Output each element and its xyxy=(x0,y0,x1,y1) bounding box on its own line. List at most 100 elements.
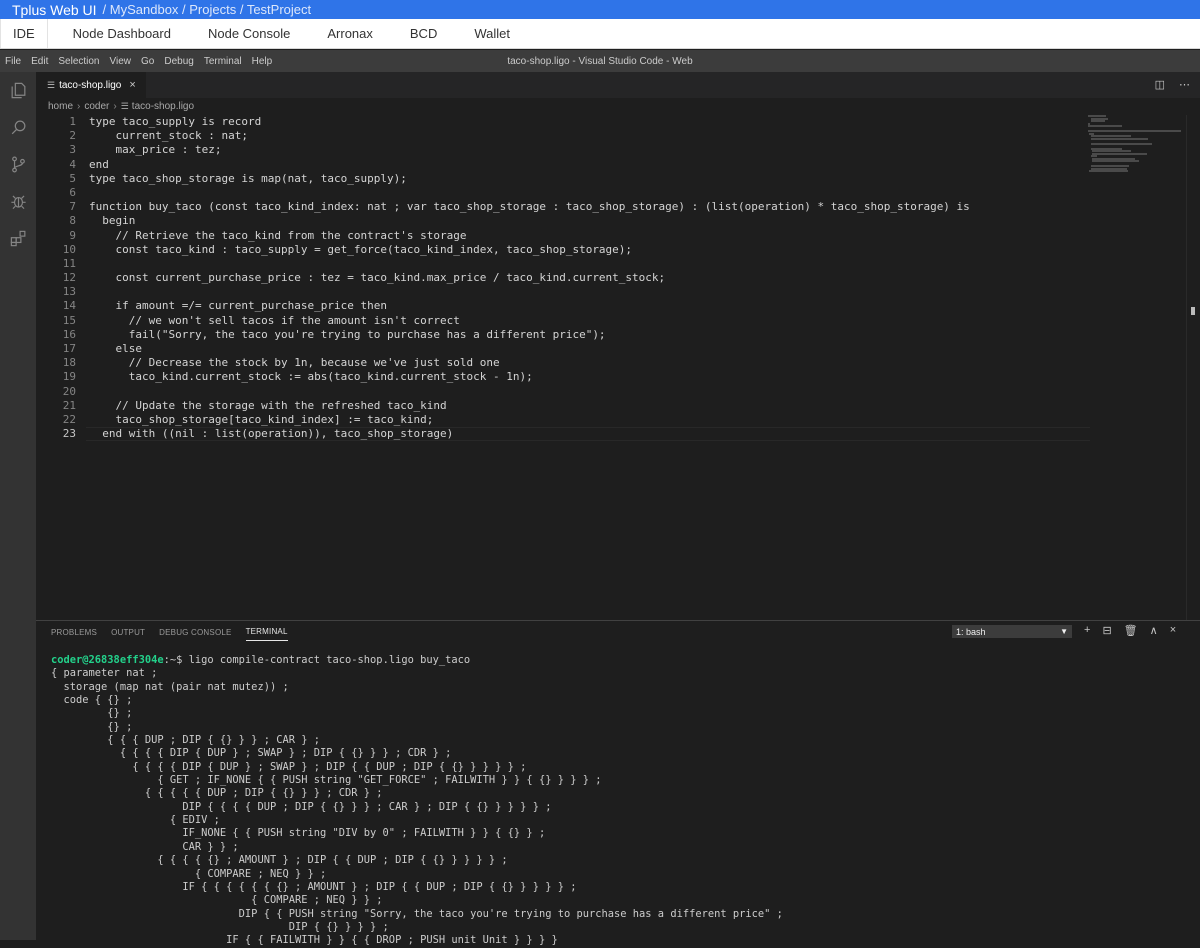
line-number: 2 xyxy=(69,129,76,143)
menu-terminal[interactable]: Terminal xyxy=(199,56,247,67)
more-actions-icon[interactable]: ⋯ xyxy=(1179,78,1190,91)
debug-button[interactable] xyxy=(0,183,36,220)
kill-terminal-icon[interactable]: 🗑 xyxy=(1124,624,1138,637)
code-line[interactable]: end xyxy=(89,158,1089,172)
line-number: 18 xyxy=(62,356,76,370)
code-line[interactable] xyxy=(89,257,1089,271)
nav-tab-wallet[interactable]: Wallet xyxy=(462,19,522,48)
panel-tab-output[interactable]: OUTPUT xyxy=(111,624,145,641)
terminal-line: { { { DUP ; DIP { {} } } ; CAR } ; xyxy=(51,734,320,747)
code-line[interactable]: type taco_supply is record xyxy=(89,115,1089,129)
minimap-line xyxy=(1089,170,1129,172)
close-panel-icon[interactable]: × xyxy=(1170,624,1176,637)
new-terminal-icon[interactable]: + xyxy=(1084,624,1090,637)
line-number: 8 xyxy=(69,214,76,228)
line-number: 13 xyxy=(62,285,76,299)
split-terminal-icon[interactable]: ⊟ xyxy=(1102,624,1111,637)
terminal-line: { COMPARE ; NEQ } } ; xyxy=(51,867,327,880)
prompt-path: :~$ xyxy=(163,654,189,666)
code-line[interactable]: // Decrease the stock by 1n, because we'… xyxy=(89,356,1089,370)
menu-edit[interactable]: Edit xyxy=(26,56,53,67)
nav-tab-arronax[interactable]: Arronax xyxy=(315,19,385,48)
line-number: 17 xyxy=(62,342,76,355)
code-line[interactable]: // Retrieve the taco_kind from the contr… xyxy=(89,229,1089,243)
file-lines-icon: ☰ xyxy=(47,79,56,90)
line-number: 1 xyxy=(69,115,76,128)
search-button[interactable] xyxy=(0,109,36,146)
editor-scrollbar[interactable] xyxy=(1186,115,1200,620)
menu-help[interactable]: Help xyxy=(247,56,278,67)
panel-tab-terminal[interactable]: TERMINAL xyxy=(245,623,288,641)
terminal-line: storage (map nat (pair nat mutez)) ; xyxy=(51,680,289,693)
editor-tab-taco-shop[interactable]: ☰ taco-shop.ligo × xyxy=(36,72,146,98)
code-line[interactable]: taco_shop_storage[taco_kind_index] := ta… xyxy=(89,413,1089,427)
nav-tab-bcd[interactable]: BCD xyxy=(398,19,449,48)
code-line[interactable]: max_price : tez; xyxy=(89,143,1089,157)
terminal-select[interactable]: 1: bash ▼ xyxy=(952,625,1072,638)
terminal-output[interactable]: coder@26838eff304e:~$ ligo compile-contr… xyxy=(51,654,1191,948)
menu-selection[interactable]: Selection xyxy=(53,56,104,67)
line-number: 19 xyxy=(62,370,76,384)
minimap-line xyxy=(1090,120,1105,122)
source-control-button[interactable] xyxy=(0,146,36,183)
terminal-line: { GET ; IF_NONE { { PUSH string "GET_FOR… xyxy=(51,774,602,787)
extensions-icon xyxy=(10,230,25,247)
code-line[interactable]: function buy_taco (const taco_kind_index… xyxy=(89,200,1089,214)
menu-go[interactable]: Go xyxy=(136,56,159,67)
close-tab-icon[interactable]: × xyxy=(129,79,135,91)
menu-debug[interactable]: Debug xyxy=(159,56,198,67)
split-editor-icon[interactable]: ◫ xyxy=(1155,78,1165,91)
code-editor[interactable]: 1 2 3 4 5 6 7 8 9 10 11 12 13 14 15 16 17 18 19 20 21 22 23 ty… xyxy=(36,115,1200,620)
explorer-button[interactable] xyxy=(0,72,36,109)
project-breadcrumb[interactable]: / MySandbox / Projects / TestProject xyxy=(103,2,312,17)
menu-view[interactable]: View xyxy=(105,56,137,67)
minimap-line xyxy=(1092,160,1140,162)
code-line[interactable]: // we won't sell tacos if the amount isn… xyxy=(89,314,1089,328)
source-control-icon xyxy=(11,156,25,173)
breadcrumb-file[interactable]: taco-shop.ligo xyxy=(132,101,194,112)
line-number: 14 xyxy=(62,299,76,313)
maximize-panel-icon[interactable]: ∧ xyxy=(1150,624,1158,637)
code-line[interactable] xyxy=(89,385,1089,399)
minimap-line xyxy=(1090,137,1148,140)
terminal-line: IF_NONE { { PUSH string "DIV by 0" ; FAI… xyxy=(51,827,546,840)
nav-tab-node-dashboard[interactable]: Node Dashboard xyxy=(61,19,183,48)
code-line[interactable]: else xyxy=(89,342,1089,356)
code-line[interactable] xyxy=(89,186,1089,200)
code-line[interactable]: end with ((nil : list(operation)), taco_… xyxy=(89,427,1089,441)
line-number: 22 xyxy=(62,412,76,426)
line-number: 10 xyxy=(62,242,76,256)
line-number: 3 xyxy=(69,143,76,157)
code-line[interactable]: const taco_kind : taco_supply = get_forc… xyxy=(89,243,1089,257)
code-line[interactable]: begin xyxy=(89,214,1089,228)
editor-tab-strip: ☰ taco-shop.ligo × ◫ ⋯ xyxy=(36,72,1200,98)
terminal-line: { { { { DIP { DUP } ; SWAP } ; DIP { {} … xyxy=(51,747,452,760)
code-line[interactable]: // Update the storage with the refreshed… xyxy=(89,399,1089,413)
terminal-prompt-line: coder@26838eff304e:~$ ligo compile-contr… xyxy=(51,654,1191,667)
nav-tab-node-console[interactable]: Node Console xyxy=(196,19,302,48)
panel-tab-problems[interactable]: PROBLEMS xyxy=(51,624,97,641)
activity-bar xyxy=(0,72,36,940)
panel-tab-debug-console[interactable]: DEBUG CONSOLE xyxy=(159,624,231,641)
line-number: 23 xyxy=(62,427,76,441)
code-line[interactable]: const current_purchase_price : tez = tac… xyxy=(89,271,1089,285)
menu-file[interactable]: File xyxy=(0,56,26,67)
line-number-gutter: 1 2 3 4 5 6 7 8 9 10 11 12 13 14 15 16 17 18 19 20 21 22 23 xyxy=(36,115,76,441)
breadcrumb-home[interactable]: home xyxy=(48,101,73,112)
code-line[interactable] xyxy=(89,285,1089,299)
extensions-button[interactable] xyxy=(0,220,36,257)
bottom-panel: PROBLEMS OUTPUT DEBUG CONSOLE TERMINAL 1… xyxy=(36,620,1200,946)
code-line[interactable]: fail("Sorry, the taco you're trying to p… xyxy=(89,328,1089,342)
terminal-line: DIP { { PUSH string "Sorry, the taco you… xyxy=(51,907,783,920)
code-lines[interactable]: type taco_supply is record current_stock… xyxy=(89,115,1089,441)
minimap-line xyxy=(1092,152,1148,155)
minimap[interactable] xyxy=(1088,115,1194,175)
nav-tab-ide[interactable]: IDE xyxy=(0,19,48,48)
code-line[interactable]: taco_kind.current_stock := abs(taco_kind… xyxy=(89,370,1089,384)
breadcrumb-coder[interactable]: coder xyxy=(84,101,109,112)
code-line[interactable]: current_stock : nat; xyxy=(89,129,1089,143)
app-title[interactable]: Tplus Web UI xyxy=(12,2,97,18)
terminal-line: IF { { { { { { {} ; AMOUNT } ; DIP { { D… xyxy=(51,880,577,893)
code-line[interactable]: if amount =/= current_purchase_price the… xyxy=(89,299,1089,313)
code-line[interactable]: type taco_shop_storage is map(nat, taco_… xyxy=(89,172,1089,186)
